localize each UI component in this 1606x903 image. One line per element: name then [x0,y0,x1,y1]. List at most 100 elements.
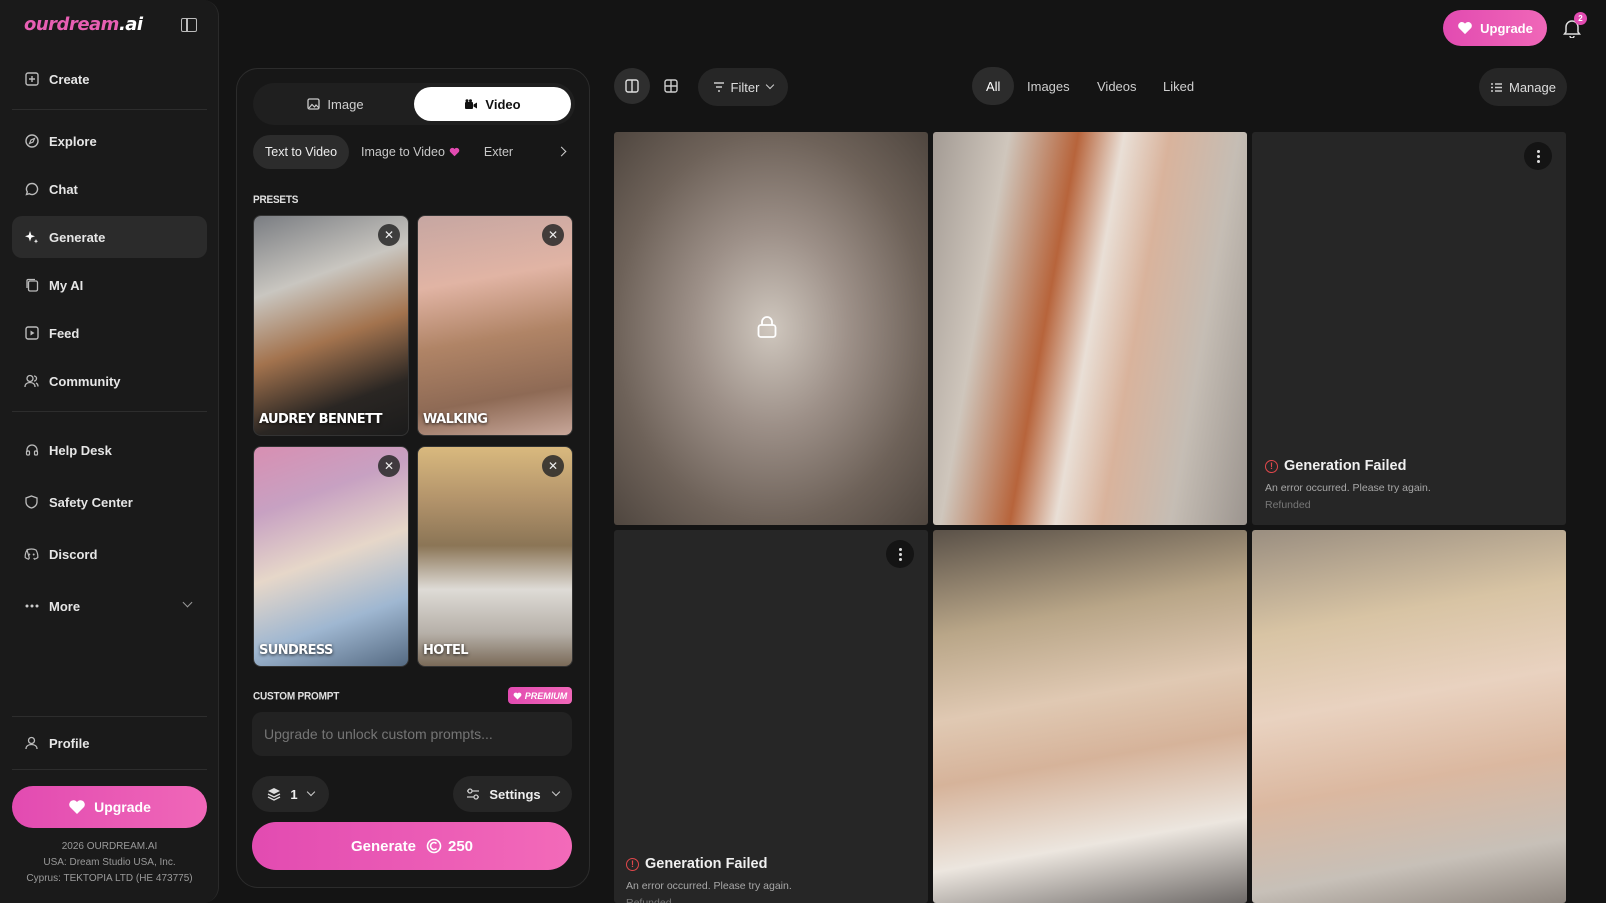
upgrade-label: Upgrade [1480,20,1533,36]
generate-cost: 250 [448,837,474,855]
sidebar-item-feed[interactable]: Feed [12,312,207,354]
tab-video[interactable]: Video [414,87,571,121]
sidebar-item-label: Profile [49,735,90,751]
mode-image-to-video[interactable]: Image to Video [349,135,472,169]
plus-square-icon [24,72,39,87]
presets-heading: PRESETS [253,194,299,207]
footer-cyprus: Cyprus: TEKTOPIA LTD (HE 473775) [26,873,193,884]
ellipsis-icon [24,599,39,614]
failure-message: An error occurred. Please try again. [626,880,792,892]
discord-icon [24,547,39,562]
sidebar-item-community[interactable]: Community [12,360,207,402]
mode-label: Exter [483,145,514,159]
sidebar-item-generate[interactable]: Generate [12,216,207,258]
sidebar-item-help-desk[interactable]: Help Desk [12,429,207,471]
sidebar-upgrade-button[interactable]: Upgrade [12,786,207,828]
gallery-item-failed[interactable]: ! Generation Failed An error occurred. Pl… [614,530,928,903]
compass-icon [24,134,39,149]
tab-label: Image [327,96,364,112]
layout-columns-button[interactable] [614,68,650,104]
premium-badge: PREMIUM [508,687,572,704]
chevron-down-icon [766,80,775,90]
tab-image[interactable]: Image [257,87,414,121]
preset-card[interactable]: ✕ AUDREY BENNETT [253,215,409,436]
sidebar-item-discord[interactable]: Discord [12,533,207,575]
video-camera-icon [464,98,478,110]
mode-text-to-video[interactable]: Text to Video [253,135,350,169]
gallery-item-image[interactable] [933,530,1247,903]
brand-logo[interactable]: ourdream.ai [24,14,143,35]
play-square-icon [24,326,39,341]
close-icon[interactable]: ✕ [542,455,564,477]
sidebar-item-label: Chat [49,181,78,197]
tab-images[interactable]: Images [1013,67,1084,105]
sidebar-item-label: Safety Center [49,494,133,510]
sidebar-item-label: Community [49,373,121,389]
mode-extend[interactable]: Exter [472,135,525,169]
gem-heart-icon [1457,21,1473,35]
tab-liked[interactable]: Liked [1149,67,1208,105]
gallery-item-image[interactable] [933,132,1247,525]
coin-icon [426,838,442,854]
checklist-icon [1490,82,1503,93]
sidebar-item-more[interactable]: More [12,585,207,627]
count-dropdown[interactable]: 1 [252,776,329,812]
chevron-down-icon [306,787,315,797]
more-options-icon[interactable] [1524,142,1552,170]
sidebar-item-label: Create [49,71,90,87]
mode-label: Text to Video [265,145,338,159]
filter-button[interactable]: Filter [698,68,788,106]
gallery-item-locked[interactable] [614,132,928,525]
custom-prompt-input[interactable] [252,712,572,756]
manage-button[interactable]: Manage [1479,68,1567,106]
custom-prompt-heading: CUSTOM PROMPT [253,690,340,703]
sidebar-toggle-icon[interactable] [181,18,197,32]
alert-icon: ! [626,857,639,871]
sidebar-item-chat[interactable]: Chat [12,168,207,210]
preset-name: SUNDRESS [259,643,333,658]
more-options-icon[interactable] [886,540,914,568]
divider [12,411,207,412]
layout-grid-button[interactable] [653,68,689,104]
refund-status: Refunded [626,897,672,903]
manage-label: Manage [1509,79,1556,95]
close-icon[interactable]: ✕ [378,455,400,477]
mode-label: Image to Video [361,145,445,159]
gallery-item-image[interactable] [1252,530,1566,903]
settings-dropdown[interactable]: Settings [453,776,572,812]
gallery-item-failed[interactable]: ! Generation Failed An error occurred. Pl… [1252,132,1566,525]
failure-title: ! Generation Failed [1265,458,1406,474]
sparkle-icon [24,230,39,245]
sidebar-item-safety-center[interactable]: Safety Center [12,481,207,523]
settings-label: Settings [489,786,541,802]
sidebar-item-explore[interactable]: Explore [12,120,207,162]
tab-videos[interactable]: Videos [1083,67,1151,105]
notification-badge: 2 [1574,12,1587,25]
sidebar-item-label: More [49,598,81,614]
footer-usa: USA: Dream Studio USA, Inc. [43,857,176,868]
sidebar: ourdream.ai Create Explore Chat Generate… [0,0,219,903]
filter-icon [713,82,725,92]
divider [12,769,207,770]
failure-title: ! Generation Failed [626,856,767,872]
preset-card[interactable]: ✕ SUNDRESS [253,446,409,667]
preset-card[interactable]: ✕ WALKING [417,215,573,436]
tab-label: Video [485,96,521,112]
sidebar-item-create[interactable]: Create [12,58,207,100]
tab-all[interactable]: All [972,67,1015,105]
chevron-right-icon[interactable] [556,146,567,157]
failure-message: An error occurred. Please try again. [1265,482,1431,494]
close-icon[interactable]: ✕ [378,224,400,246]
preset-card[interactable]: ✕ HOTEL [417,446,573,667]
layers-icon [267,787,281,801]
generate-button[interactable]: Generate 250 [252,822,572,870]
failure-title-text: Generation Failed [645,856,768,872]
close-icon[interactable]: ✕ [542,224,564,246]
count-value: 1 [290,786,298,802]
premium-label: PREMIUM [524,690,568,701]
topbar-upgrade-button[interactable]: Upgrade [1443,10,1547,46]
sidebar-item-profile[interactable]: Profile [12,722,207,764]
sidebar-item-my-ai[interactable]: My AI [12,264,207,306]
media-type-toggle: Image Video [253,83,575,125]
columns-icon [625,79,639,93]
